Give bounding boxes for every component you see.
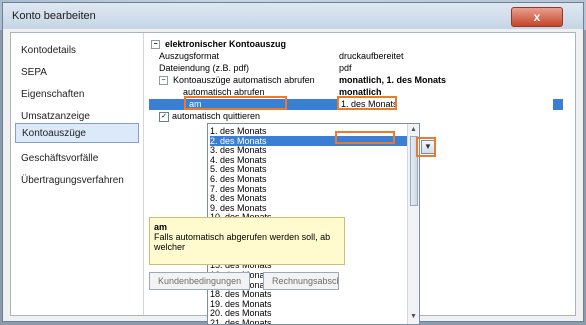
property-grid: − elektronischer Kontoauszug Auszugsforma… <box>149 39 563 133</box>
property-value: pdf <box>339 63 352 73</box>
sidebar-item-uebertragungsverfahren[interactable]: Übertragungsverfahren <box>15 171 139 191</box>
sidebar-item-geschaeftsvorfaelle[interactable]: Geschäftsvorfälle <box>15 149 139 169</box>
dropdown-option[interactable]: 20. des Monats <box>210 308 407 318</box>
kundenbedingungen-button[interactable]: Kundenbedingungen <box>149 272 251 290</box>
dropdown-option[interactable]: 6. des Monats <box>210 174 407 184</box>
property-row[interactable]: Auszugsformat druckaufbereitet <box>149 51 563 62</box>
dropdown-option[interactable]: 5. des Monats <box>210 164 407 174</box>
property-key: automatisch quittieren <box>172 111 261 121</box>
dialog-body: Kontodetails SEPA Eigenschaften Umsatzan… <box>10 32 576 325</box>
property-row[interactable]: ✓ automatisch quittieren <box>149 111 563 122</box>
dropdown-option[interactable]: 9. des Monats <box>210 203 407 213</box>
highlight-box <box>335 131 395 144</box>
description-text: Falls automatisch abgerufen werden soll,… <box>154 232 331 252</box>
scroll-down-icon[interactable]: ▼ <box>410 313 417 320</box>
checkbox[interactable]: ✓ <box>159 111 169 122</box>
description-panel: am Falls automatisch abgerufen werden so… <box>149 217 345 265</box>
dropdown-option[interactable]: 19. des Monats <box>210 299 407 309</box>
sidebar-item-kontodetails[interactable]: Kontodetails <box>15 41 139 61</box>
dropdown-option[interactable]: 7. des Monats <box>210 184 407 194</box>
sidebar-item-sepa[interactable]: SEPA <box>15 63 139 83</box>
title-bar: Konto bearbeiten x <box>3 3 583 29</box>
sidebar-item-eigenschaften[interactable]: Eigenschaften <box>15 85 139 105</box>
dialog-window: Konto bearbeiten x Kontodetails SEPA Eig… <box>2 2 584 325</box>
highlight-box <box>184 96 287 110</box>
description-title: am <box>154 222 168 232</box>
dropdown-option[interactable]: 8. des Monats <box>210 193 407 203</box>
property-key: Dateiendung (z.B. pdf) <box>159 63 250 73</box>
collapse-icon[interactable]: − <box>159 76 168 86</box>
sidebar: Kontodetails SEPA Eigenschaften Umsatzan… <box>11 33 144 315</box>
close-button[interactable]: x <box>511 7 563 27</box>
window-title: Konto bearbeiten <box>12 10 96 22</box>
section-header[interactable]: − elektronischer Kontoauszug <box>149 39 563 50</box>
rechnungsabschluss-button[interactable]: Rechnungsabsch <box>263 272 339 290</box>
property-key: Kontoauszüge automatisch abrufen <box>173 75 315 85</box>
property-row[interactable]: − Kontoauszüge automatisch abrufen monatl… <box>149 75 563 86</box>
highlight-box <box>337 96 397 110</box>
dropdown-option[interactable]: 4. des Monats <box>210 155 407 165</box>
dropdown-option[interactable]: 18. des Monats <box>210 289 407 299</box>
highlight-box <box>416 137 436 157</box>
section-label: elektronischer Kontoauszug <box>165 39 287 49</box>
property-value: monatlich, 1. des Monats <box>339 75 447 85</box>
dropdown-option[interactable]: 3. des Monats <box>210 145 407 155</box>
property-row[interactable]: Dateiendung (z.B. pdf) pdf <box>149 63 563 74</box>
collapse-icon[interactable]: − <box>151 40 160 50</box>
sidebar-item-kontoauszuege[interactable]: Kontoauszüge <box>15 123 139 143</box>
property-value: druckaufbereitet <box>339 51 404 61</box>
scroll-up-icon[interactable]: ▲ <box>410 126 417 133</box>
property-key: Auszugsformat <box>159 51 220 61</box>
